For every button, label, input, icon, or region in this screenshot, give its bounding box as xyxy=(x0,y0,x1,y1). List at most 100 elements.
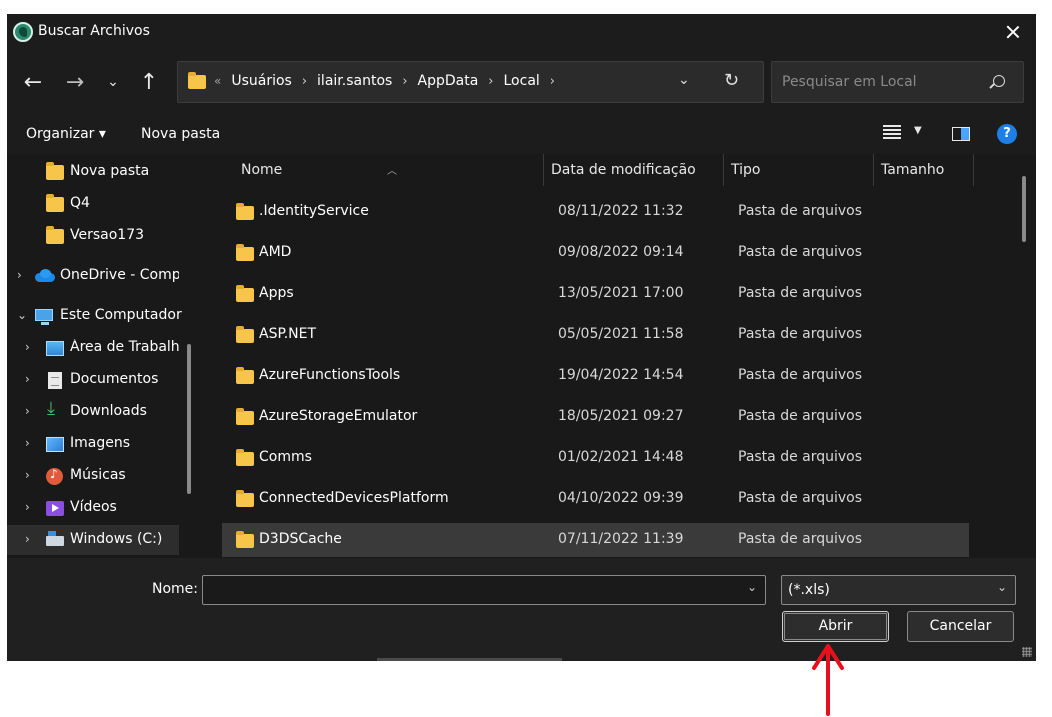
folder-icon xyxy=(236,203,254,220)
file-row[interactable]: AMD 09/08/2022 09:14 Pasta de arquivos xyxy=(222,236,969,270)
sidebar-item-label: Documentos xyxy=(70,371,159,387)
sidebar-item-versao173[interactable]: Versao173 xyxy=(7,221,179,251)
file-row[interactable]: AzureStorageEmulator 18/05/2021 09:27 Pa… xyxy=(222,400,969,434)
file-name: AMD xyxy=(259,244,292,260)
file-date: 05/05/2021 11:58 xyxy=(558,326,684,342)
column-divider[interactable] xyxy=(973,154,974,186)
cancel-button[interactable]: Cancelar xyxy=(907,611,1014,642)
search-input[interactable]: Pesquisar em Local xyxy=(771,61,1024,103)
file-name-label: Nome: xyxy=(152,581,199,597)
column-header-type[interactable]: Tipo xyxy=(731,162,760,178)
chevron-right-icon[interactable]: › xyxy=(25,340,30,354)
file-name: ConnectedDevicesPlatform xyxy=(259,490,449,506)
file-date: 01/02/2021 14:48 xyxy=(558,449,684,465)
breadcrumb-item[interactable]: ilair.santos xyxy=(317,73,392,89)
file-row[interactable]: ASP.NET 05/05/2021 11:58 Pasta de arquiv… xyxy=(222,318,969,352)
column-header-name[interactable]: Nome xyxy=(241,162,282,178)
chevron-right-icon[interactable]: › xyxy=(402,74,407,89)
sidebar-item-documentos[interactable]: › Documentos xyxy=(7,365,179,395)
sidebar-item-musicas[interactable]: › Músicas xyxy=(7,461,179,491)
file-row[interactable]: Apps 13/05/2021 17:00 Pasta de arquivos xyxy=(222,277,969,311)
drive-icon xyxy=(46,531,64,546)
chevron-right-icon[interactable]: › xyxy=(25,404,30,418)
chevron-right-icon[interactable]: › xyxy=(25,468,30,482)
file-type: Pasta de arquivos xyxy=(738,449,863,465)
videos-icon xyxy=(46,501,64,516)
view-dropdown-caret-icon[interactable]: ▼ xyxy=(914,125,922,136)
chevron-down-icon[interactable]: ⌄ xyxy=(17,308,27,322)
file-date: 13/05/2021 17:00 xyxy=(558,285,684,301)
resize-grip-icon[interactable] xyxy=(1022,647,1032,657)
sidebar-item-este-computador[interactable]: ⌄ Este Computador xyxy=(7,301,182,331)
refresh-icon[interactable]: ↻ xyxy=(724,70,739,91)
column-headers: Nome ︿ Data de modificação Tipo Tamanho xyxy=(204,154,1036,188)
address-bar[interactable]: « Usuários › ilair.santos › AppData › Local… xyxy=(177,61,764,103)
forward-arrow-icon[interactable]: → xyxy=(59,66,91,98)
recent-locations-chevron-icon[interactable]: ⌄ xyxy=(97,66,129,98)
file-name: .IdentityService xyxy=(259,203,369,219)
file-row[interactable]: ConnectedDevicesPlatform 04/10/2022 09:3… xyxy=(222,482,969,516)
column-header-size[interactable]: Tamanho xyxy=(881,162,944,178)
breadcrumb-item[interactable]: Usuários xyxy=(231,73,292,89)
breadcrumb-overflow[interactable]: « xyxy=(214,74,221,88)
up-arrow-icon[interactable]: ↑ xyxy=(133,66,165,98)
organize-button[interactable]: Organizar ▾ xyxy=(26,126,106,142)
sidebar-item-onedrive[interactable]: › OneDrive - Compu xyxy=(7,261,179,291)
column-divider[interactable] xyxy=(873,154,874,186)
sidebar-scrollbar[interactable] xyxy=(187,344,191,494)
file-type-filter-value: (*.xls) xyxy=(788,582,830,598)
view-options-icon[interactable] xyxy=(883,125,901,141)
column-divider[interactable] xyxy=(543,154,544,186)
chevron-right-icon[interactable]: › xyxy=(25,436,30,450)
close-button[interactable] xyxy=(990,14,1036,50)
file-row-selected[interactable]: D3DSCache 07/11/2022 11:39 Pasta de arqu… xyxy=(222,523,969,557)
file-list-scrollbar[interactable] xyxy=(1022,176,1026,242)
chevron-right-icon[interactable]: › xyxy=(488,74,493,89)
file-date: 09/08/2022 09:14 xyxy=(558,244,684,260)
sidebar-item-nova-pasta[interactable]: Nova pasta xyxy=(7,157,179,187)
back-arrow-icon[interactable]: ← xyxy=(17,66,49,98)
file-date: 07/11/2022 11:39 xyxy=(558,531,684,547)
chevron-right-icon[interactable]: › xyxy=(17,268,22,282)
app-logo-icon xyxy=(13,22,33,42)
file-name: Comms xyxy=(259,449,312,465)
file-name-field[interactable]: ⌄ xyxy=(202,575,766,605)
breadcrumb-item[interactable]: AppData xyxy=(418,73,479,89)
sidebar-item-downloads[interactable]: › ⤓ Downloads xyxy=(7,397,179,427)
chevron-down-icon[interactable]: ⌄ xyxy=(997,580,1007,594)
annotation-arrow-icon xyxy=(812,644,844,716)
file-type-filter-select[interactable]: (*.xls) ⌄ xyxy=(781,575,1016,605)
chevron-right-icon[interactable]: › xyxy=(550,74,555,89)
sidebar-item-imagens[interactable]: › Imagens xyxy=(7,429,179,459)
chevron-down-icon[interactable]: ⌄ xyxy=(678,72,690,88)
sidebar-item-area-de-trabalho[interactable]: › Área de Trabalho xyxy=(7,333,179,363)
file-type: Pasta de arquivos xyxy=(738,490,863,506)
chevron-right-icon[interactable]: › xyxy=(25,500,30,514)
column-divider[interactable] xyxy=(723,154,724,186)
chevron-right-icon[interactable]: › xyxy=(302,74,307,89)
sidebar-item-label: Imagens xyxy=(70,435,131,451)
folder-icon xyxy=(236,449,254,466)
chevron-right-icon[interactable]: › xyxy=(25,532,30,546)
new-folder-button[interactable]: Nova pasta xyxy=(141,126,220,142)
file-row[interactable]: Comms 01/02/2021 14:48 Pasta de arquivos xyxy=(222,441,969,475)
folder-icon xyxy=(236,326,254,343)
chevron-right-icon[interactable]: › xyxy=(25,372,30,386)
folder-icon xyxy=(236,531,254,548)
sidebar-item-videos[interactable]: › Vídeos xyxy=(7,493,179,523)
sidebar-item-q4[interactable]: Q4 xyxy=(7,189,179,219)
help-icon[interactable]: ? xyxy=(997,124,1017,144)
breadcrumb-item[interactable]: Local xyxy=(504,73,540,89)
file-row[interactable]: AzureFunctionsTools 19/04/2022 14:54 Pas… xyxy=(222,359,969,393)
preview-pane-icon[interactable] xyxy=(952,127,970,141)
chevron-down-icon[interactable]: ⌄ xyxy=(747,580,757,594)
file-date: 04/10/2022 09:39 xyxy=(558,490,684,506)
computer-icon xyxy=(35,309,53,325)
file-row[interactable]: .IdentityService 08/11/2022 11:32 Pasta … xyxy=(222,195,969,229)
sidebar-item-windows-c[interactable]: › Windows (C:) xyxy=(7,525,179,555)
file-name: AzureFunctionsTools xyxy=(259,367,401,383)
navigation-bar: ← → ⌄ ↑ « Usuários › ilair.santos › AppDat… xyxy=(7,50,1036,114)
column-header-date[interactable]: Data de modificação xyxy=(551,162,696,178)
sidebar-item-label: Área de Trabalho xyxy=(70,339,179,355)
search-icon[interactable] xyxy=(993,75,1005,87)
